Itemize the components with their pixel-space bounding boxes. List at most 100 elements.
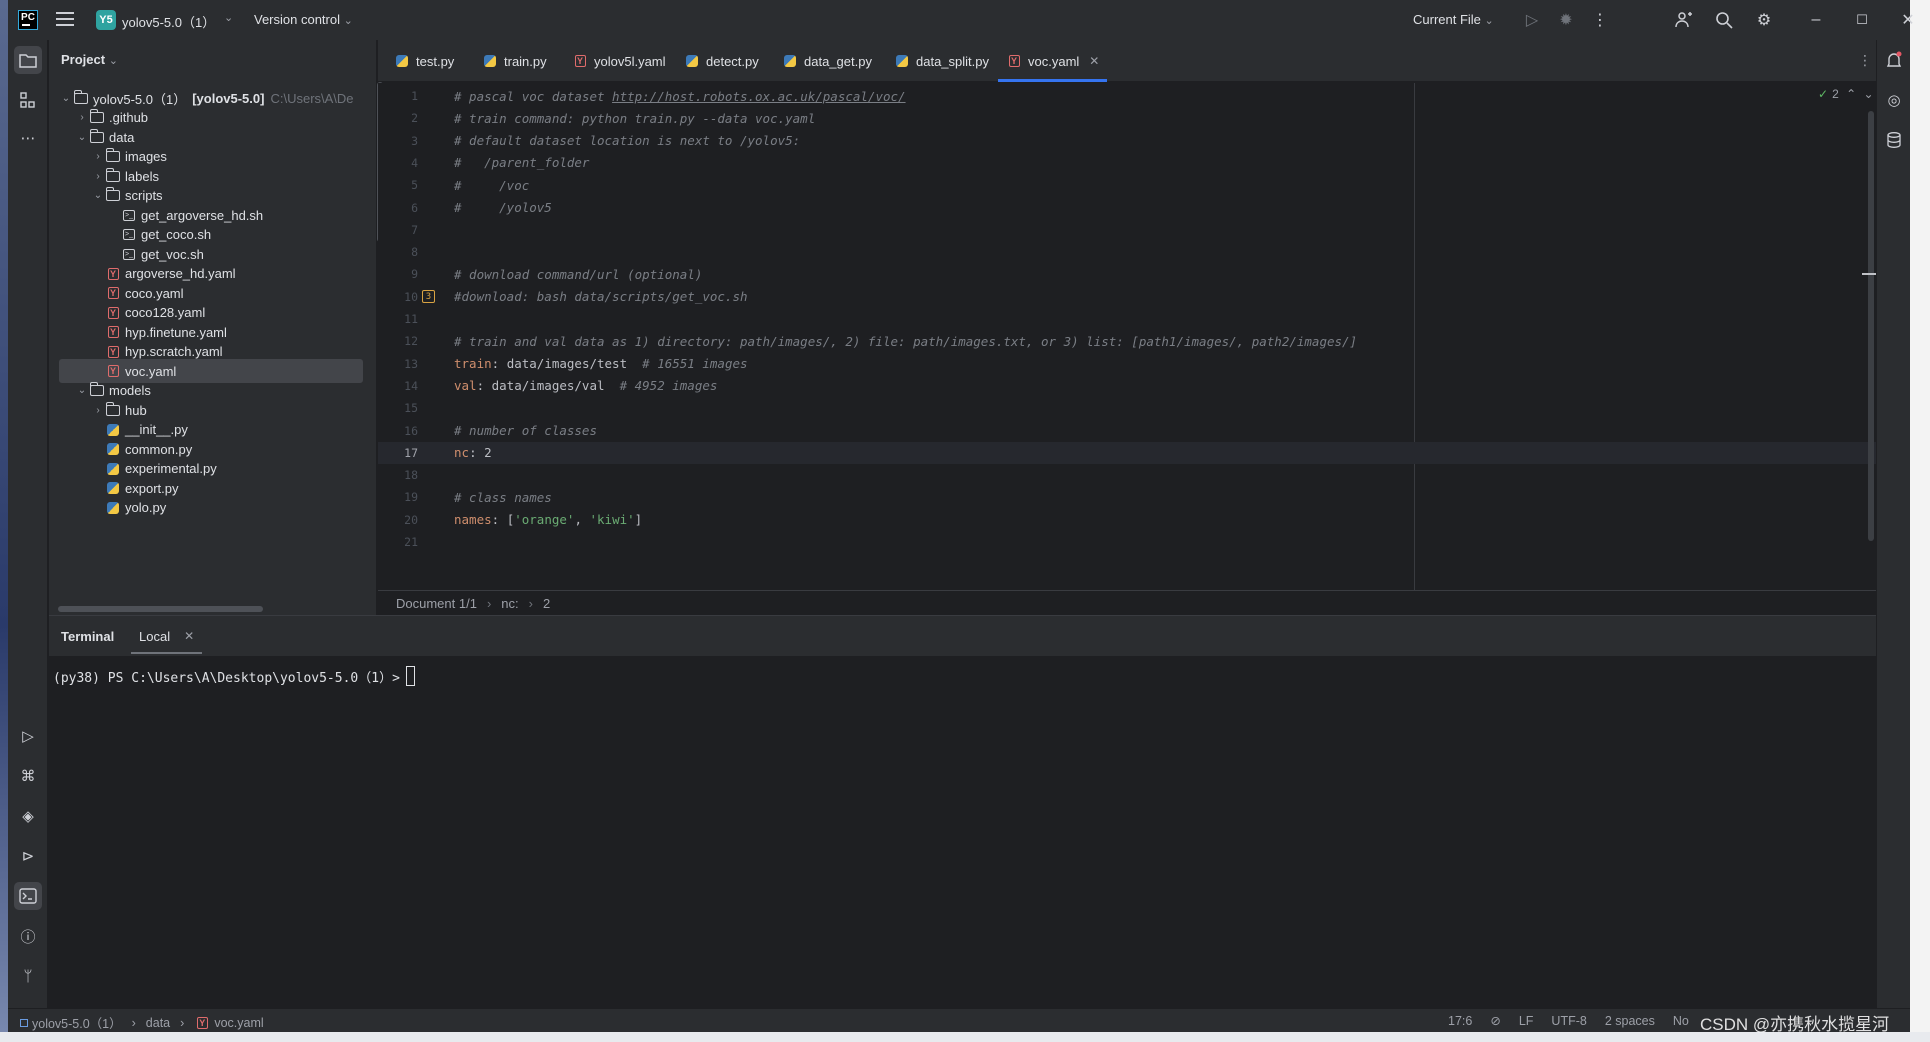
pycharm-logo-icon: PC bbox=[18, 10, 38, 30]
code-line[interactable]: 5 # /voc bbox=[378, 174, 1876, 196]
main-menu-hamburger-icon[interactable] bbox=[56, 12, 74, 28]
interpreter-status[interactable]: No bbox=[1673, 1014, 1689, 1028]
search-icon[interactable] bbox=[1712, 8, 1736, 32]
close-icon[interactable]: ✕ bbox=[1089, 54, 1099, 68]
code-line[interactable]: 15 bbox=[378, 397, 1876, 419]
chevron-down-icon[interactable]: ⌄ bbox=[224, 11, 233, 24]
code-line[interactable]: 13 train: data/images/test # 16551 images bbox=[378, 353, 1876, 375]
editor-tab[interactable]: data_split.py bbox=[886, 40, 997, 82]
breadcrumb-item[interactable]: 2 bbox=[543, 596, 550, 611]
ai-assistant-icon[interactable]: ◎ bbox=[1880, 86, 1908, 114]
terminal-icon[interactable] bbox=[14, 882, 42, 910]
chevron-down-icon[interactable]: ⌄ bbox=[1864, 87, 1874, 101]
terminal-input-line[interactable]: (py38) PS C:\Users\A\Desktop\yolov5-5.0（… bbox=[53, 666, 415, 686]
chevron-down-icon[interactable]: ⌄ bbox=[75, 132, 89, 143]
editor-tab[interactable]: detect.py bbox=[676, 40, 767, 82]
run-config-selector[interactable]: Current File ⌄ bbox=[1413, 12, 1494, 27]
code-line[interactable]: 20 names: ['orange', 'kiwi'] bbox=[378, 509, 1876, 531]
chevron-up-icon[interactable]: ⌃ bbox=[1846, 87, 1856, 101]
debug-icon[interactable]: ✹ bbox=[1554, 8, 1578, 32]
code-line[interactable]: 9 # download command/url (optional) bbox=[378, 263, 1876, 285]
code-line[interactable]: 12 # train and val data as 1) directory: … bbox=[378, 330, 1876, 352]
editor-tab[interactable]: test.py bbox=[386, 40, 462, 82]
run-tool-icon[interactable]: ▷ bbox=[14, 722, 42, 750]
notifications-bell-icon[interactable] bbox=[1880, 46, 1908, 74]
tree-file[interactable]: yolo.py bbox=[49, 496, 376, 520]
code-token: train bbox=[454, 356, 492, 372]
services-icon[interactable]: ⊳ bbox=[14, 842, 42, 870]
version-control-menu[interactable]: Version control ⌄ bbox=[254, 12, 353, 27]
line-number: 14 bbox=[404, 378, 418, 393]
no-inspection-icon[interactable]: ⊘ bbox=[1490, 1013, 1500, 1028]
close-icon[interactable]: ✕ bbox=[184, 629, 194, 643]
run-icon[interactable]: ▷ bbox=[1520, 8, 1544, 32]
project-scrollbar-horizontal[interactable] bbox=[58, 606, 263, 612]
version-control-label: Version control bbox=[254, 12, 340, 27]
line-ending[interactable]: LF bbox=[1519, 1014, 1534, 1028]
chevron-down-icon[interactable]: ⌄ bbox=[75, 385, 89, 396]
project-panel-header[interactable]: Project ⌄ bbox=[61, 52, 118, 67]
project-badge[interactable]: Y5 bbox=[96, 10, 116, 30]
code-line[interactable]: 10 3 #download: bash data/scripts/get_voc.… bbox=[378, 286, 1876, 308]
editor-tab[interactable]: Yyolov5l.yaml bbox=[564, 40, 674, 82]
code-token[interactable]: http://host.robots.ox.ac.uk/pascal/voc/ bbox=[612, 89, 906, 104]
structure-icon[interactable] bbox=[14, 86, 42, 114]
code-line[interactable]: 6 # /yolov5 bbox=[378, 197, 1876, 219]
left-tool-strip: ⋯ ▷ ⌘ ◈ ⊳ ⓘ ᛘ bbox=[8, 40, 48, 1008]
terminal-prompt: (py38) PS C:\Users\A\Desktop\yolov5-5.0（… bbox=[53, 670, 400, 686]
code-line[interactable]: 8 bbox=[378, 241, 1876, 263]
code-line[interactable]: 7 bbox=[378, 219, 1876, 241]
python-console-icon[interactable]: ⌘ bbox=[14, 762, 42, 790]
editor-scrollbar[interactable] bbox=[1868, 111, 1874, 541]
editor-tab[interactable]: train.py bbox=[474, 40, 555, 82]
more-tools-icon[interactable]: ⋯ bbox=[14, 124, 42, 152]
breadcrumb-item[interactable]: nc: bbox=[501, 596, 518, 611]
chevron-right-icon: › bbox=[180, 1015, 185, 1030]
problems-icon[interactable]: ⓘ bbox=[14, 922, 42, 950]
code-line[interactable]: 3 # default dataset location is next to /… bbox=[378, 130, 1876, 152]
code-line[interactable]: 21 bbox=[378, 531, 1876, 553]
maximize-icon[interactable]: ☐ bbox=[1850, 8, 1874, 32]
code-line[interactable]: 4 # /parent_folder bbox=[378, 152, 1876, 174]
yaml-file-icon: Y bbox=[1006, 53, 1022, 69]
caret-position[interactable]: 17:6 bbox=[1448, 1014, 1472, 1028]
project-folder-icon[interactable] bbox=[14, 46, 42, 74]
minimize-icon[interactable]: – bbox=[1804, 8, 1828, 32]
code-editor[interactable]: 1 # pascal voc dataset http://host.robots… bbox=[378, 83, 1876, 590]
chevron-right-icon[interactable]: › bbox=[75, 112, 89, 123]
python-packages-icon[interactable]: ◈ bbox=[14, 802, 42, 830]
code-line[interactable]: 17 nc: 2 bbox=[378, 441, 1876, 464]
settings-icon[interactable]: ⚙ bbox=[1752, 8, 1776, 32]
code-line[interactable]: 18 bbox=[378, 464, 1876, 486]
yaml-file-icon: Y bbox=[105, 363, 121, 379]
editor-tab[interactable]: data_get.py bbox=[774, 40, 880, 82]
more-icon[interactable]: ⋮ bbox=[1588, 8, 1612, 32]
inspection-widget[interactable]: ✓ 2 ⌃ ⌄ bbox=[1818, 87, 1874, 101]
add-user-icon[interactable] bbox=[1672, 8, 1696, 32]
status-path-item[interactable]: yolov5-5.0（1） bbox=[32, 1013, 122, 1032]
python-file-icon bbox=[894, 53, 910, 69]
chevron-right-icon[interactable]: › bbox=[91, 171, 105, 182]
terminal-tab-local[interactable]: Local ✕ bbox=[131, 616, 203, 656]
breadcrumb-item[interactable]: Document 1/1 bbox=[396, 596, 477, 611]
chevron-right-icon[interactable]: › bbox=[91, 405, 105, 416]
code-line[interactable]: 2 # train command: python train.py --data… bbox=[378, 107, 1876, 129]
code-line[interactable]: 14 val: data/images/val # 4952 images bbox=[378, 375, 1876, 397]
close-icon[interactable]: ✕ bbox=[1896, 8, 1920, 32]
status-path-item[interactable]: data bbox=[146, 1016, 170, 1030]
editor-tab[interactable]: Yvoc.yaml ✕ bbox=[998, 40, 1108, 82]
indent-setting[interactable]: 2 spaces bbox=[1605, 1014, 1655, 1028]
more-icon[interactable]: ⋮ bbox=[1858, 52, 1872, 69]
code-line[interactable]: 16 # number of classes bbox=[378, 420, 1876, 442]
git-branch-icon[interactable]: ᛘ bbox=[14, 962, 42, 990]
code-line[interactable]: 19 # class names bbox=[378, 486, 1876, 508]
code-line[interactable]: 11 bbox=[378, 308, 1876, 330]
chevron-right-icon[interactable]: › bbox=[91, 151, 105, 162]
status-path-item[interactable]: voc.yaml bbox=[214, 1016, 263, 1030]
database-icon[interactable] bbox=[1880, 126, 1908, 154]
warning-badge-icon[interactable]: 3 bbox=[422, 290, 435, 304]
code-line[interactable]: 1 # pascal voc dataset http://host.robots… bbox=[378, 85, 1876, 107]
chevron-down-icon[interactable]: ⌄ bbox=[91, 190, 105, 201]
project-switcher[interactable]: yolov5-5.0（1） bbox=[122, 12, 215, 31]
file-encoding[interactable]: UTF-8 bbox=[1551, 1014, 1586, 1028]
